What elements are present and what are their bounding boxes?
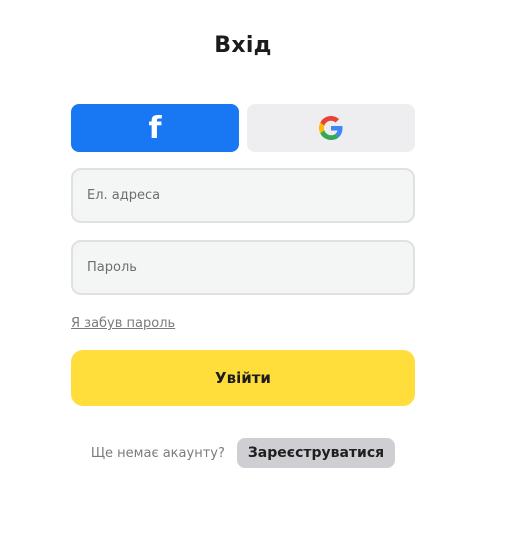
google-login-button[interactable] xyxy=(247,104,415,152)
email-field[interactable] xyxy=(71,168,415,223)
register-button[interactable]: Зареєструватися xyxy=(236,438,396,468)
google-g-icon xyxy=(319,116,343,140)
no-account-text: Ще немає акаунту? xyxy=(90,445,225,461)
login-submit-label: Увійти xyxy=(215,369,271,387)
facebook-login-button[interactable]: f xyxy=(71,104,239,152)
forgot-password-link[interactable]: Я забув пароль xyxy=(71,316,175,331)
page-title: Вхід xyxy=(214,33,272,58)
password-field[interactable] xyxy=(71,240,415,295)
signup-row: Ще немає акаунту? Зареєструватися xyxy=(0,437,486,469)
facebook-f-icon: f xyxy=(148,111,162,146)
login-submit-button[interactable]: Увійти xyxy=(71,350,415,406)
social-login-row: f xyxy=(71,104,415,152)
